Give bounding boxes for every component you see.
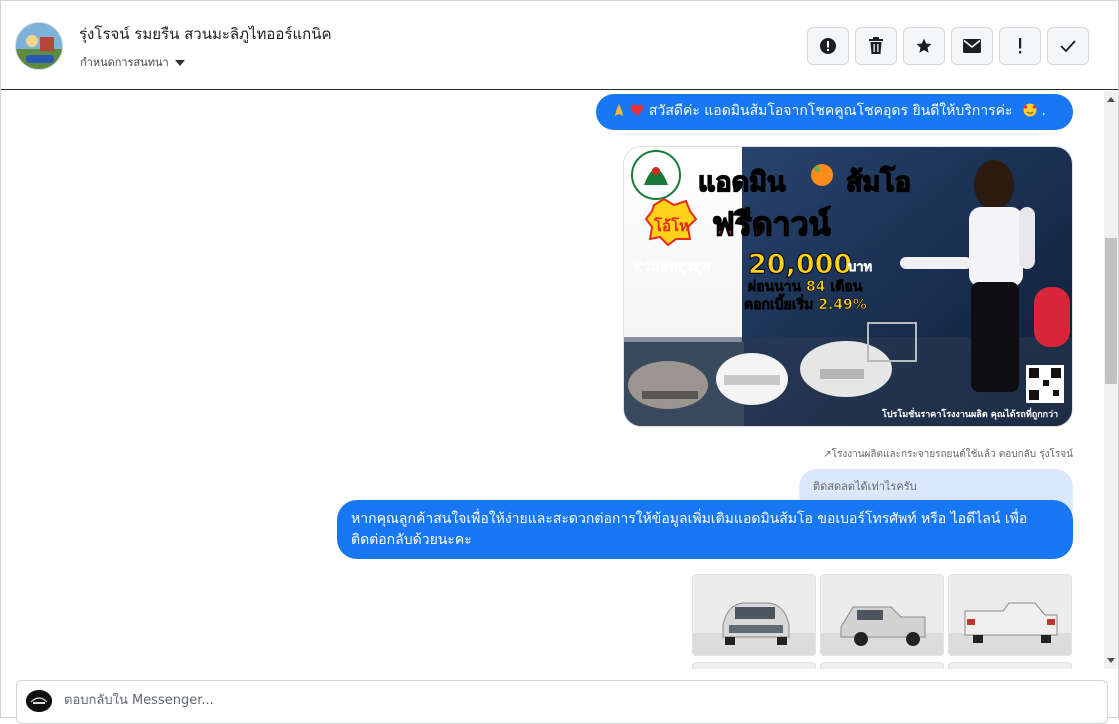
exclamation-icon xyxy=(1019,38,1022,54)
message-bubble-greeting[interactable]: สวัสดีค่ะ แอดมินส้มโอจากโชคคูณโชคอุดร ยิ… xyxy=(596,94,1073,130)
red-heart-icon xyxy=(631,104,644,116)
assign-conversation-dropdown[interactable]: กำหนดการสนทนา xyxy=(80,53,185,71)
delete-button[interactable] xyxy=(855,27,897,65)
check-icon xyxy=(1060,40,1076,52)
reply-composer xyxy=(16,680,1108,724)
promo-discount-label: ส่วนลดสูงสุด xyxy=(634,259,711,275)
greeting-trailing: . xyxy=(1041,103,1046,119)
photo-thumbnail[interactable] xyxy=(948,662,1072,669)
reply-input[interactable] xyxy=(64,693,964,708)
photo-thumbnail[interactable] xyxy=(820,574,944,656)
scroll-up-arrow-icon[interactable] xyxy=(1107,97,1115,102)
promo-image[interactable]: แอดมิน ส้มโอ โอ้โห ฟรีดาวน์ ส่วนลดสูงสุด… xyxy=(623,146,1073,427)
header-actions xyxy=(807,27,1089,65)
scroll-down-arrow-icon[interactable] xyxy=(1107,658,1115,663)
exclamation-circle-icon xyxy=(820,38,836,54)
message-bubble-info-request[interactable]: หากคุณลูกค้าสนใจเพื่อให้ง่ายและสะดวกต่อก… xyxy=(337,500,1073,559)
qr-code xyxy=(1026,365,1064,403)
promo-discount-amount: 20,000 xyxy=(748,249,852,280)
photo-thumbnail[interactable] xyxy=(948,574,1072,656)
promo-badge: โอ้โห xyxy=(653,216,689,235)
photo-thumbnail[interactable] xyxy=(692,662,816,669)
mark-spam-button[interactable] xyxy=(807,27,849,65)
promo-headline: ฟรีดาวน์ xyxy=(712,205,831,243)
praying-hands-icon xyxy=(615,104,623,116)
scrollbar-thumb[interactable] xyxy=(1105,238,1117,384)
page-avatar xyxy=(26,690,52,712)
assign-conversation-label: กำหนดการสนทนา xyxy=(80,56,169,69)
greeting-text: สวัสดีค่ะ แอดมินส้มโอจากโชคคูณโชคอุดร ยิ… xyxy=(648,103,1013,119)
mark-done-button[interactable] xyxy=(1047,27,1089,65)
message-thread[interactable]: สวัสดีค่ะ แอดมินส้มโอจากโชคคูณโชคอุดร ยิ… xyxy=(1,91,1104,669)
mark-unread-button[interactable] xyxy=(951,27,993,65)
smiling-face-with-hearts-icon xyxy=(1023,103,1037,117)
photo-thumbnail[interactable] xyxy=(820,662,944,669)
inbox-window: รุ่งโรจน์ รมยรืน สวนมะลิภูไทออร์แกนิค กำ… xyxy=(0,0,1119,724)
contact-name: รุ่งโรจน์ รมยรืน สวนมะลิภูไทออร์แกนิค xyxy=(79,25,332,43)
conversation-header: รุ่งโรจน์ รมยรืน สวนมะลิภูไทออร์แกนิค กำ… xyxy=(1,1,1118,90)
promo-currency: บาท xyxy=(848,260,872,275)
promo-brand-2: ส้มโอ xyxy=(846,165,911,198)
follow-up-button[interactable] xyxy=(999,27,1041,65)
contact-avatar[interactable] xyxy=(15,22,63,70)
star-button[interactable] xyxy=(903,27,945,65)
thread-scrollbar[interactable] xyxy=(1104,91,1118,669)
trash-icon xyxy=(869,37,883,54)
caret-down-icon xyxy=(174,59,185,66)
dealer-logo xyxy=(631,150,681,200)
reply-metadata: ↗โรงงานผลิตและกระจายรถยนต์ใช้แล้ว ตอบกลั… xyxy=(823,449,1073,460)
promo-installment: ผ่อนนาน 84 เดือน xyxy=(748,279,863,295)
envelope-icon xyxy=(963,39,981,53)
star-icon xyxy=(916,38,932,53)
promo-brand: แอดมิน xyxy=(698,167,786,198)
photo-thumbnail[interactable] xyxy=(692,574,816,656)
